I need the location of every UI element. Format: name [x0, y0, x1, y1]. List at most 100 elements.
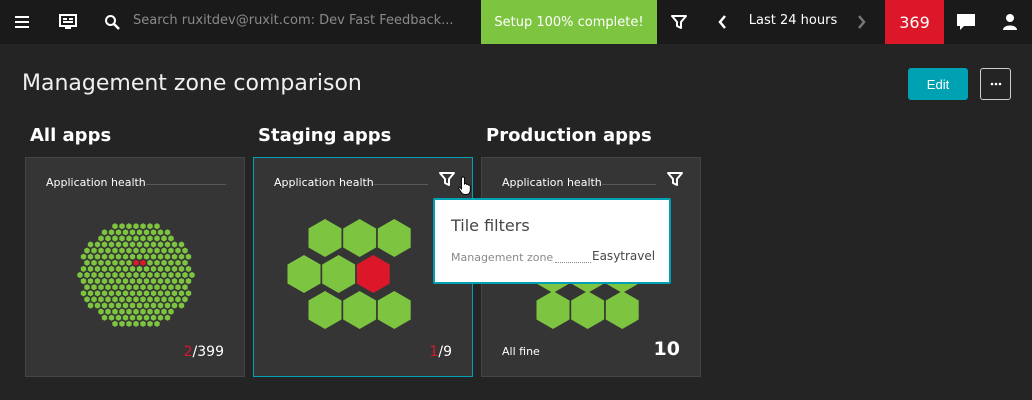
app-hex-healthy[interactable] — [154, 223, 160, 230]
app-hex-problem[interactable] — [140, 259, 146, 266]
app-hex-healthy[interactable] — [112, 320, 118, 327]
app-hex-healthy[interactable] — [91, 296, 97, 303]
app-hex-healthy[interactable] — [119, 308, 125, 315]
app-hex-healthy[interactable] — [143, 253, 150, 260]
app-hex-healthy[interactable] — [164, 229, 171, 236]
app-hex-healthy[interactable] — [157, 241, 164, 248]
app-hex-healthy[interactable] — [150, 302, 157, 309]
app-hex-healthy[interactable] — [84, 296, 90, 303]
app-hex-healthy[interactable] — [140, 271, 146, 279]
app-hex-healthy[interactable] — [182, 259, 188, 266]
app-hex-healthy[interactable] — [119, 296, 125, 303]
app-hex-healthy[interactable] — [91, 271, 97, 279]
app-hex-healthy[interactable] — [154, 235, 160, 242]
app-hex-healthy[interactable] — [133, 235, 139, 242]
app-hex-healthy[interactable] — [377, 291, 411, 329]
app-hex-healthy[interactable] — [178, 302, 185, 309]
app-hex-healthy[interactable] — [94, 290, 101, 297]
app-hex-healthy[interactable] — [161, 259, 167, 266]
app-hex-healthy[interactable] — [147, 296, 153, 303]
app-hex-healthy[interactable] — [87, 241, 94, 248]
app-hex-healthy[interactable] — [150, 229, 157, 236]
app-hex-healthy[interactable] — [136, 265, 143, 272]
app-hex-healthy[interactable] — [126, 308, 132, 315]
app-hex-healthy[interactable] — [143, 314, 150, 321]
app-hex-healthy[interactable] — [126, 320, 132, 327]
chevron-right-icon[interactable] — [852, 0, 872, 44]
app-hex-healthy[interactable] — [140, 247, 146, 254]
app-hex-healthy[interactable] — [175, 271, 181, 279]
app-hex-healthy[interactable] — [126, 271, 132, 279]
app-hex-healthy[interactable] — [154, 284, 160, 291]
app-hex-healthy[interactable] — [154, 247, 160, 254]
app-hex-healthy[interactable] — [136, 290, 143, 297]
app-hex-healthy[interactable] — [126, 235, 132, 242]
app-hex-healthy[interactable] — [101, 241, 108, 248]
app-hex-healthy[interactable] — [157, 229, 164, 236]
app-hex-healthy[interactable] — [101, 314, 108, 321]
app-hex-healthy[interactable] — [122, 241, 129, 248]
app-hex-healthy[interactable] — [101, 253, 108, 260]
app-hex-healthy[interactable] — [91, 247, 97, 254]
app-hex-healthy[interactable] — [168, 247, 174, 254]
app-hex-healthy[interactable] — [129, 290, 136, 297]
app-hex-healthy[interactable] — [287, 255, 321, 293]
app-hex-healthy[interactable] — [108, 265, 115, 272]
app-hex-healthy[interactable] — [164, 290, 171, 297]
app-hex-healthy[interactable] — [108, 314, 115, 321]
app-hex-healthy[interactable] — [178, 290, 185, 297]
app-hex-healthy[interactable] — [147, 259, 153, 266]
app-hex-healthy[interactable] — [161, 271, 167, 279]
app-hex-healthy[interactable] — [133, 320, 139, 327]
app-hex-healthy[interactable] — [571, 291, 605, 329]
more-options-button[interactable] — [980, 68, 1011, 100]
app-hex-healthy[interactable] — [168, 284, 174, 291]
app-hex-healthy[interactable] — [80, 253, 87, 260]
app-hex-healthy[interactable] — [84, 259, 90, 266]
app-hex-healthy[interactable] — [168, 296, 174, 303]
app-hex-healthy[interactable] — [108, 229, 115, 236]
app-hex-healthy[interactable] — [168, 271, 174, 279]
app-hex-healthy[interactable] — [98, 235, 104, 242]
app-hex-healthy[interactable] — [168, 308, 174, 315]
app-hex-healthy[interactable] — [105, 235, 111, 242]
app-hex-healthy[interactable] — [80, 265, 87, 272]
app-hex-healthy[interactable] — [150, 314, 157, 321]
app-hex-healthy[interactable] — [94, 241, 101, 248]
app-hex-healthy[interactable] — [150, 278, 157, 285]
app-hex-healthy[interactable] — [308, 219, 342, 257]
app-hex-healthy[interactable] — [122, 265, 129, 272]
app-hex-healthy[interactable] — [161, 247, 167, 254]
app-hex-healthy[interactable] — [119, 235, 125, 242]
app-hex-healthy[interactable] — [101, 302, 108, 309]
app-hex-healthy[interactable] — [129, 302, 136, 309]
app-hex-healthy[interactable] — [129, 314, 136, 321]
app-hex-healthy[interactable] — [136, 241, 143, 248]
app-hex-healthy[interactable] — [105, 296, 111, 303]
app-hex-healthy[interactable] — [126, 247, 132, 254]
app-hex-healthy[interactable] — [112, 271, 118, 279]
app-hex-healthy[interactable] — [119, 284, 125, 291]
app-hex-healthy[interactable] — [171, 265, 178, 272]
app-hex-healthy[interactable] — [157, 253, 164, 260]
app-hex-healthy[interactable] — [143, 302, 150, 309]
edit-button[interactable]: Edit — [908, 68, 968, 100]
app-hex-healthy[interactable] — [84, 247, 90, 254]
app-hex-healthy[interactable] — [164, 314, 171, 321]
chat-icon[interactable] — [952, 0, 980, 44]
app-hex-healthy[interactable] — [164, 278, 171, 285]
app-hex-healthy[interactable] — [94, 253, 101, 260]
app-hex-healthy[interactable] — [108, 253, 115, 260]
application-health-tile-all-apps[interactable]: Application health 2/399 — [25, 157, 245, 377]
app-hex-healthy[interactable] — [108, 290, 115, 297]
app-hex-healthy[interactable] — [87, 290, 94, 297]
app-hex-healthy[interactable] — [87, 253, 94, 260]
app-hex-healthy[interactable] — [129, 229, 136, 236]
app-hex-healthy[interactable] — [119, 259, 125, 266]
app-hex-healthy[interactable] — [168, 259, 174, 266]
app-hex-healthy[interactable] — [101, 229, 108, 236]
app-hex-healthy[interactable] — [115, 302, 122, 309]
app-hex-healthy[interactable] — [133, 223, 139, 230]
app-hex-healthy[interactable] — [605, 291, 639, 329]
app-hex-healthy[interactable] — [87, 302, 94, 309]
